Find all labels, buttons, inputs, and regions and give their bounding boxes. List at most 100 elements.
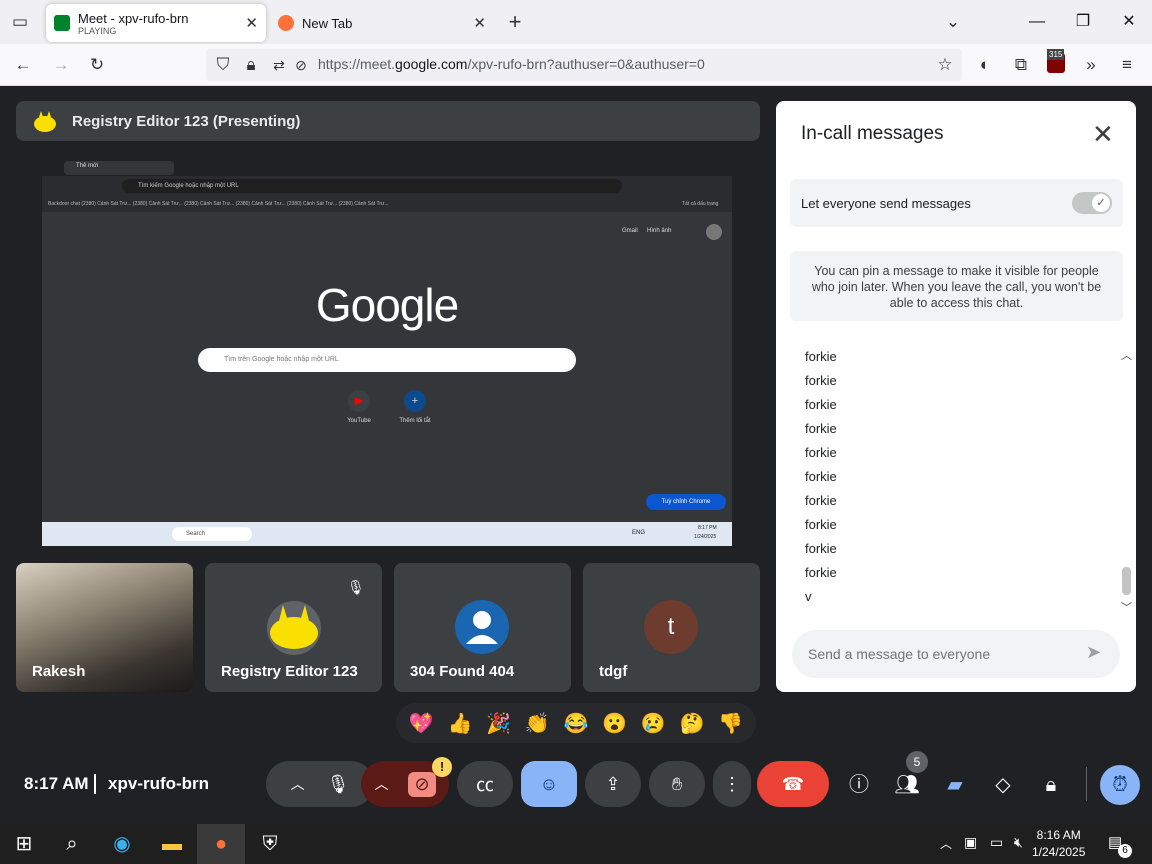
more-options-button[interactable]: ⋮ [713, 761, 751, 807]
back-icon[interactable]: ← [10, 53, 36, 77]
avatar: t [644, 600, 698, 654]
reaction-crying[interactable]: 😢 [641, 711, 666, 736]
message-input[interactable] [808, 644, 1068, 664]
participant-tile[interactable]: 🎙︎ Registry Editor 123 [205, 563, 382, 692]
participant-name: Registry Editor 123 [221, 663, 358, 680]
system-clock[interactable]: 8:16 AM 1/24/2025 [1032, 827, 1085, 861]
scroll-down-icon[interactable]: ﹀ [1121, 599, 1132, 615]
minimize-icon[interactable]: — [1022, 8, 1052, 36]
close-tab-icon[interactable]: ✕ [473, 14, 486, 32]
reaction-thinking[interactable]: 🤔 [679, 711, 704, 736]
avatar [455, 600, 509, 654]
tracking-icon[interactable]: ⊘ [288, 53, 314, 77]
bookmark-star-icon[interactable]: ☆ [932, 53, 958, 77]
tab-meet[interactable]: Meet - xpv-rufo-brn PLAYING ✕ [46, 4, 266, 42]
scroll-thumb[interactable] [1122, 567, 1131, 595]
reaction-thumbs-up[interactable]: 👍 [448, 711, 473, 736]
url-text[interactable]: https://meet.google.com/xpv-rufo-brn?aut… [318, 56, 705, 72]
camera-off-icon[interactable]: ⊘ [408, 771, 436, 797]
muted-mic-icon: 🎙︎ [347, 579, 365, 595]
meeting-info-icon[interactable]: ⓘ [843, 769, 875, 801]
microphone-icon[interactable]: 🎙︎ [327, 774, 350, 795]
shared-nav: Tìm kiếm Google hoặc nhập một URL [42, 176, 732, 196]
participant-name: tdgf [599, 663, 628, 680]
reload-icon[interactable]: ↻ [84, 53, 110, 77]
search-icon[interactable]: ⌕ [48, 824, 96, 864]
let-everyone-toggle[interactable]: ✓ [1072, 192, 1112, 214]
reaction-party-popper[interactable]: 🎉 [486, 711, 511, 736]
reactions-bar: 💖 👍 🎉 👏 😂 😮 😢 🤔 👎 [396, 703, 756, 743]
firefox-icon[interactable]: ● [197, 824, 245, 864]
present-button[interactable]: ⇪ [585, 761, 641, 807]
dark-reader-icon[interactable]: ◐ [972, 53, 998, 77]
new-tab-icon[interactable]: + [502, 10, 528, 34]
captions-icon: ㏄ [476, 775, 494, 795]
close-window-icon[interactable]: ✕ [1114, 8, 1144, 36]
check-icon: ✓ [1092, 194, 1110, 212]
chevron-down-icon[interactable]: ⌄ [940, 10, 966, 34]
windows-start-icon[interactable]: ⊞ [0, 824, 48, 864]
reaction-laughing[interactable]: 😂 [564, 711, 589, 736]
forward-icon[interactable]: → [48, 53, 74, 77]
show-hidden-icons-icon[interactable]: ︿ [940, 835, 952, 852]
shared-shortcut-add: + Thêm lối tắt [380, 390, 450, 424]
raise-hand-button[interactable]: ✋︎ [649, 761, 705, 807]
ublock-icon[interactable]: 315 [1043, 49, 1069, 77]
reaction-clapping[interactable]: 👏 [525, 711, 550, 736]
overflow-icon[interactable]: » [1078, 53, 1104, 77]
chat-panel: In-call messages ✕ Let everyone send mes… [776, 101, 1136, 692]
chat-icon[interactable]: ▰ [939, 769, 971, 801]
shield-icon[interactable]: ⛉ [210, 53, 236, 77]
host-controls-icon[interactable]: 🔒︎ [1035, 769, 1067, 801]
people-icon[interactable]: 👥︎ [891, 769, 923, 801]
lock-icon[interactable]: 🔒︎ [238, 53, 264, 77]
tab-new-tab[interactable]: New Tab ✕ [270, 4, 494, 42]
reaction-sparkling-heart[interactable]: 💖 [409, 711, 434, 736]
send-icon[interactable]: ➤ [1086, 642, 1101, 663]
participant-tile[interactable]: t tdgf [583, 563, 760, 692]
volume-muted-icon[interactable]: 🔇︎ [1014, 834, 1023, 851]
leave-call-button[interactable]: ☎︎ [757, 761, 829, 807]
audio-options-chevron-icon[interactable]: ︿ [291, 774, 305, 794]
close-tab-icon[interactable]: ✕ [245, 14, 258, 32]
divider [1086, 767, 1087, 801]
tab-list-icon[interactable]: ▭ [7, 10, 33, 34]
participant-tile[interactable]: 304 Found 404 [394, 563, 571, 692]
file-explorer-icon[interactable]: ▬ [148, 824, 196, 864]
activities-icon[interactable]: ◇ [987, 769, 1019, 801]
shared-omnibox: Tìm kiếm Google hoặc nhập một URL [122, 179, 622, 193]
chat-message: forkie [805, 493, 837, 508]
emoji-icon: ☺ [539, 773, 559, 794]
emoji-button[interactable]: ☺ [521, 761, 577, 807]
menu-icon[interactable]: ≡ [1114, 53, 1140, 77]
scroll-up-icon[interactable]: ︿ [1121, 347, 1132, 363]
shared-screen[interactable]: Thẻ mới Tìm kiếm Google hoặc nhập một UR… [42, 158, 732, 546]
chat-scrollbar[interactable]: ︿ ﹀ [1121, 347, 1133, 615]
participant-tile[interactable]: Rakesh [16, 563, 193, 692]
close-icon[interactable]: ✕ [1092, 119, 1114, 150]
chat-message: forkie [805, 373, 837, 388]
restore-icon[interactable]: ❐ [1068, 8, 1098, 36]
reaction-thumbs-down[interactable]: 👎 [718, 711, 743, 736]
shared-images-link: Hình ảnh [647, 228, 672, 234]
microphone-group: ︿ 🎙︎ [266, 761, 374, 807]
raise-hand-icon: ✋︎ [671, 773, 683, 794]
people-count-badge: 5 [906, 751, 928, 773]
meet-favicon-icon [54, 15, 70, 31]
tray-app-icon[interactable]: ▣ [964, 834, 977, 851]
captions-button[interactable]: ㏄ [457, 761, 513, 807]
timer-icon[interactable]: ⏰︎ [1100, 765, 1140, 805]
reaction-surprised[interactable]: 😮 [602, 711, 627, 736]
tab-playing-label: PLAYING [78, 25, 117, 36]
message-list: forkie forkie forkie forkie forkie forki… [805, 349, 1105, 613]
avatar [267, 601, 321, 655]
video-options-chevron-icon[interactable]: ︿ [374, 774, 388, 794]
pin-info-text: You can pin a message to make it visible… [790, 251, 1123, 321]
network-icon[interactable]: ▭ [990, 834, 1003, 851]
extensions-icon[interactable]: ⧉ [1008, 53, 1034, 77]
shared-profile-avatar [706, 224, 722, 240]
edge-icon[interactable]: ◉ [98, 824, 146, 864]
url-bar[interactable]: ⛉ 🔒︎ ⇄ ⊘ https://meet.google.com/xpv-ruf… [206, 49, 962, 81]
shared-customize-button: Tuỳ chỉnh Chrome [646, 494, 726, 510]
security-shield-icon[interactable]: ⛨ [246, 824, 294, 864]
